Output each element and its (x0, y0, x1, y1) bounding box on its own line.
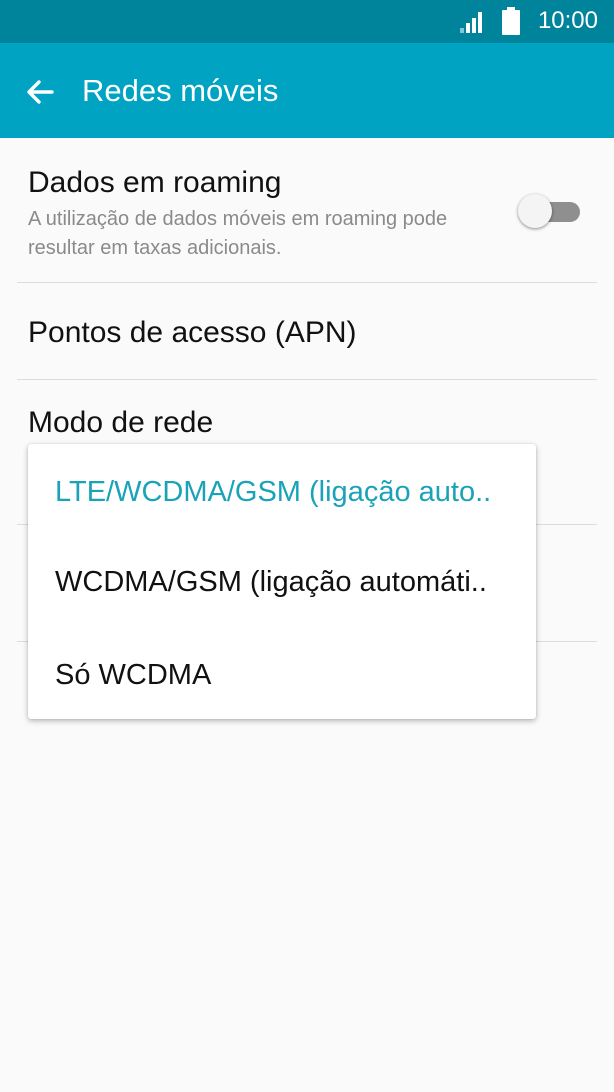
status-time: 10:00 (537, 7, 598, 34)
apn-setting-row[interactable]: Pontos de acesso (APN) (0, 283, 614, 379)
roaming-title: Dados em roaming (28, 166, 282, 199)
network-mode-option-wcdma-gsm[interactable]: WCDMA/GSM (ligação automáti.. (55, 566, 525, 599)
toggle-thumb (518, 194, 552, 228)
apn-title: Pontos de acesso (APN) (28, 316, 357, 349)
roaming-toggle[interactable] (518, 194, 582, 228)
page-title: Redes móveis (82, 73, 279, 108)
status-bar: 10:00 (0, 0, 614, 43)
network-mode-dropdown: LTE/WCDMA/GSM (ligação auto.. WCDMA/GSM … (28, 444, 536, 719)
network-mode-option-lte[interactable]: LTE/WCDMA/GSM (ligação auto.. (55, 476, 525, 509)
network-mode-option-wcdma-only[interactable]: Só WCDMA (55, 659, 525, 692)
signal-icon (460, 12, 482, 33)
roaming-summary: A utilização de dados móveis em roaming … (28, 208, 448, 259)
arrow-left-icon[interactable] (22, 73, 60, 111)
network-mode-title: Modo de rede (28, 406, 214, 439)
app-bar: Redes móveis (0, 43, 614, 138)
battery-icon (502, 7, 520, 35)
